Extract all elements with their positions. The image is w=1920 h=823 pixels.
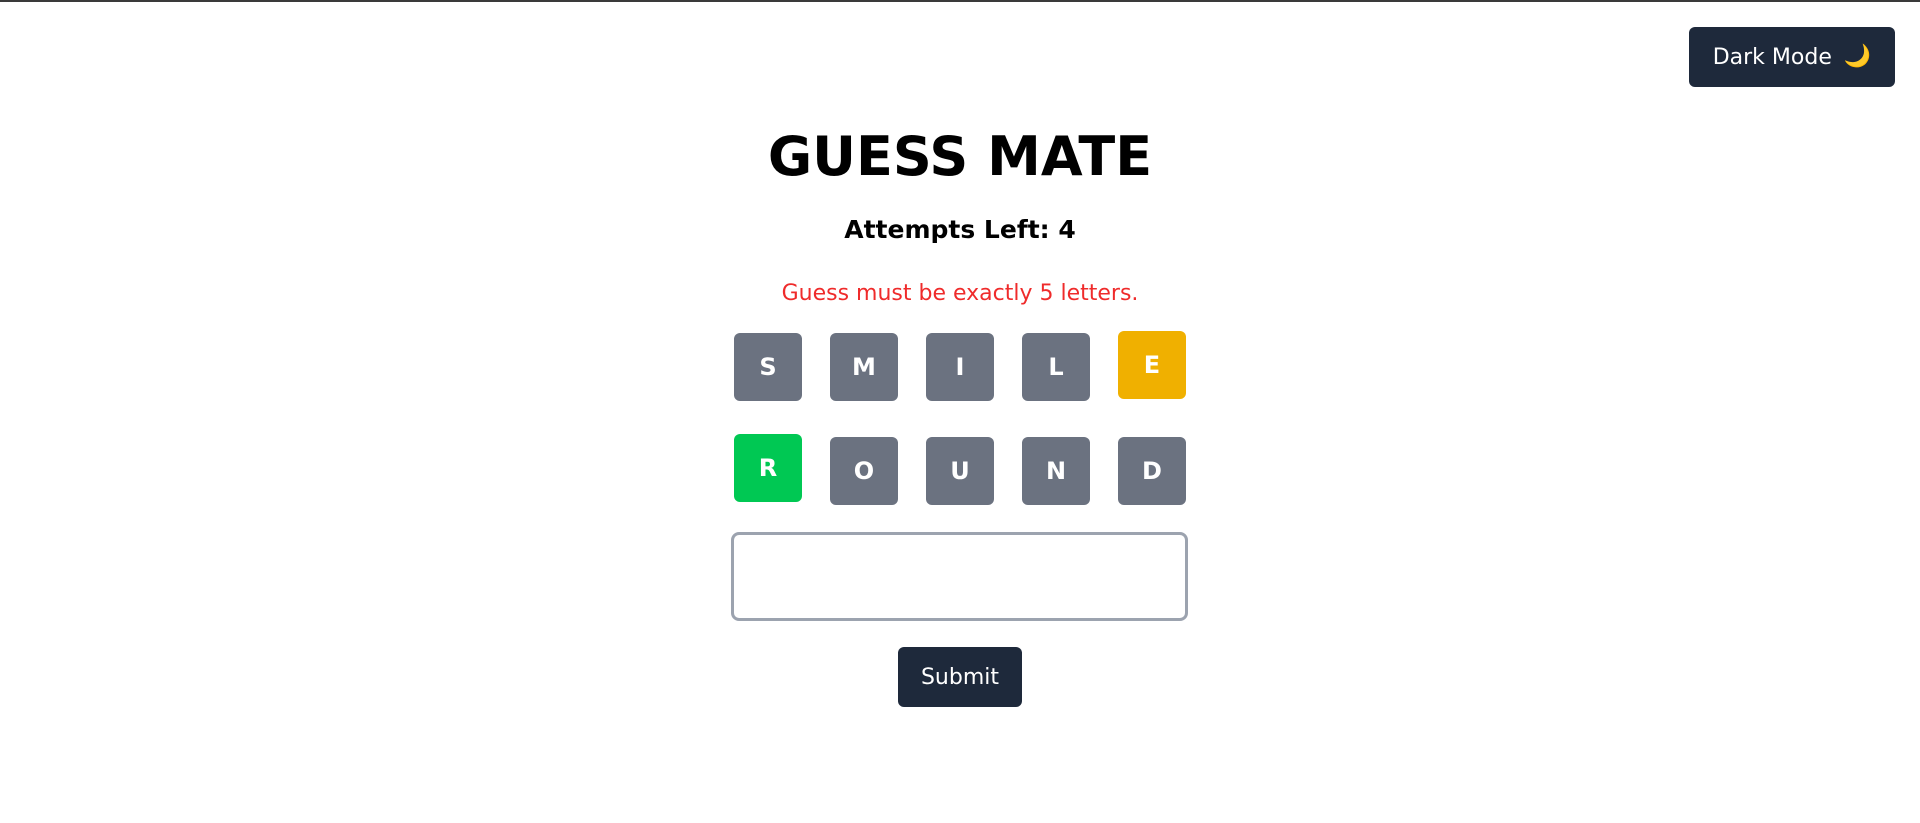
game-title: GUESS MATE	[767, 125, 1153, 188]
attempts-left: Attempts Left: 4	[844, 215, 1076, 244]
dark-mode-label: Dark Mode	[1712, 44, 1832, 70]
tile-row2-col4: N	[1022, 437, 1090, 505]
tile-row1-col4: L	[1022, 333, 1090, 401]
tile-row1-col1: S	[734, 333, 802, 401]
tile-row1-col2: M	[830, 333, 898, 401]
guess-input[interactable]	[731, 532, 1188, 621]
tile-row2-col2: O	[830, 437, 898, 505]
dark-mode-toggle-button[interactable]: Dark Mode 🌙	[1689, 27, 1895, 87]
error-message: Guess must be exactly 5 letters.	[781, 281, 1139, 306]
submit-button[interactable]: Submit	[898, 647, 1022, 707]
tile-row2-col1: R	[734, 434, 802, 502]
tile-row2-col3: U	[926, 437, 994, 505]
tile-row1-col5: E	[1118, 331, 1186, 399]
top-border	[0, 0, 1920, 2]
tile-row1-col3: I	[926, 333, 994, 401]
tile-row2-col5: D	[1118, 437, 1186, 505]
moon-icon: 🌙	[1843, 44, 1872, 69]
